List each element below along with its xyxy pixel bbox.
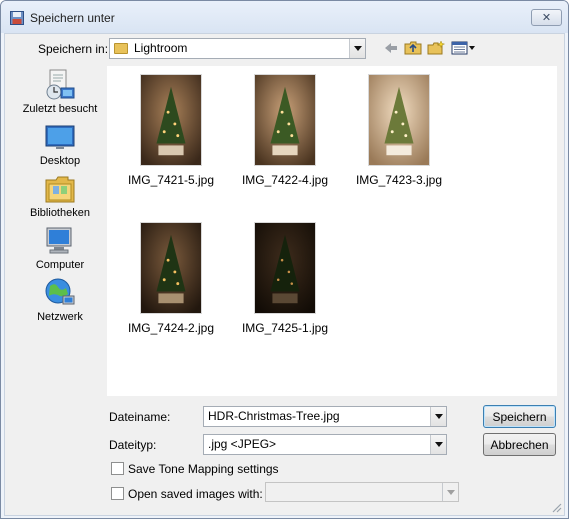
filetype-select[interactable]: .jpg <JPEG>: [203, 434, 447, 455]
save-button[interactable]: Speichern: [483, 405, 556, 428]
places-bar: Zuletzt besucht Desktop Bibliotheken Com…: [15, 68, 105, 388]
view-menu-icon[interactable]: [451, 40, 477, 56]
place-libraries-label: Bibliotheken: [30, 207, 90, 219]
up-folder-icon[interactable]: [404, 40, 422, 56]
chevron-down-icon[interactable]: [442, 483, 458, 501]
folder-icon: [114, 43, 128, 54]
file-item[interactable]: IMG_7423-3.jpg: [339, 66, 451, 196]
image-thumbnail: [140, 222, 202, 314]
open-saved-images-checkbox[interactable]: [111, 487, 124, 500]
chevron-down-icon[interactable]: [430, 435, 446, 454]
place-network-label: Netzwerk: [37, 311, 83, 323]
image-thumbnail: [140, 74, 202, 166]
save-in-label: Speichern in:: [38, 42, 109, 56]
file-item[interactable]: IMG_7425-1.jpg: [225, 214, 337, 344]
file-name: IMG_7423-3.jpg: [355, 173, 443, 187]
file-name: IMG_7424-2.jpg: [127, 321, 215, 335]
filetype-value: .jpg <JPEG>: [208, 437, 277, 451]
filename-field[interactable]: HDR-Christmas-Tree.jpg: [203, 406, 447, 427]
file-list[interactable]: IMG_7421-5.jpg IMG_7422-4.jpg IMG_7423-3…: [107, 66, 557, 396]
recent-places-icon: [46, 69, 75, 100]
image-thumbnail: [368, 74, 430, 166]
computer-icon: [46, 227, 72, 254]
save-as-dialog: Speichern unter ✕ Speichern in: Lightroo…: [0, 0, 569, 519]
network-icon: [45, 278, 75, 305]
place-desktop-label: Desktop: [39, 155, 81, 167]
place-recent-label: Zuletzt besucht: [22, 103, 98, 115]
dialog-body: Speichern in: Lightroom Zuletzt besucht …: [4, 33, 565, 516]
file-name: IMG_7421-5.jpg: [127, 173, 215, 187]
filename-value: HDR-Christmas-Tree.jpg: [208, 409, 340, 423]
file-name: IMG_7422-4.jpg: [241, 173, 329, 187]
save-tone-mapping-label: Save Tone Mapping settings: [128, 462, 279, 476]
title-bar[interactable]: Speichern unter ✕: [1, 1, 568, 33]
save-in-dropdown[interactable]: Lightroom: [109, 38, 366, 59]
close-icon: ✕: [541, 11, 552, 24]
current-folder-name: Lightroom: [134, 41, 188, 55]
back-arrow-icon[interactable]: [382, 40, 400, 56]
file-name: IMG_7425-1.jpg: [241, 321, 329, 335]
file-item[interactable]: IMG_7424-2.jpg: [111, 214, 223, 344]
open-with-dropdown[interactable]: [265, 482, 459, 502]
image-thumbnail: [254, 74, 316, 166]
place-computer[interactable]: Computer: [15, 224, 105, 276]
place-desktop[interactable]: Desktop: [15, 120, 105, 172]
save-tone-mapping-checkbox[interactable]: [111, 462, 124, 475]
filetype-label: Dateityp:: [109, 438, 157, 452]
image-thumbnail: [254, 222, 316, 314]
close-button[interactable]: ✕: [531, 9, 562, 26]
chevron-down-icon[interactable]: [349, 39, 365, 58]
cancel-button[interactable]: Abbrechen: [483, 433, 556, 456]
resize-grip-icon[interactable]: [550, 501, 562, 513]
filename-label: Dateiname:: [109, 410, 171, 424]
file-item[interactable]: IMG_7422-4.jpg: [225, 66, 337, 196]
open-saved-images-label: Open saved images with:: [128, 487, 263, 501]
save-button-label: Speichern: [492, 409, 547, 424]
dialog-title: Speichern unter: [30, 11, 115, 25]
libraries-icon: [45, 176, 75, 203]
desktop-icon: [45, 125, 75, 149]
chevron-down-icon[interactable]: [430, 407, 446, 426]
place-network[interactable]: Netzwerk: [15, 276, 105, 328]
new-folder-icon[interactable]: [427, 40, 445, 56]
file-item[interactable]: IMG_7421-5.jpg: [111, 66, 223, 196]
place-computer-label: Computer: [35, 259, 85, 271]
place-recent[interactable]: Zuletzt besucht: [15, 68, 105, 120]
app-icon: [10, 11, 24, 25]
cancel-button-label: Abbrechen: [490, 437, 549, 452]
place-libraries[interactable]: Bibliotheken: [15, 172, 105, 224]
